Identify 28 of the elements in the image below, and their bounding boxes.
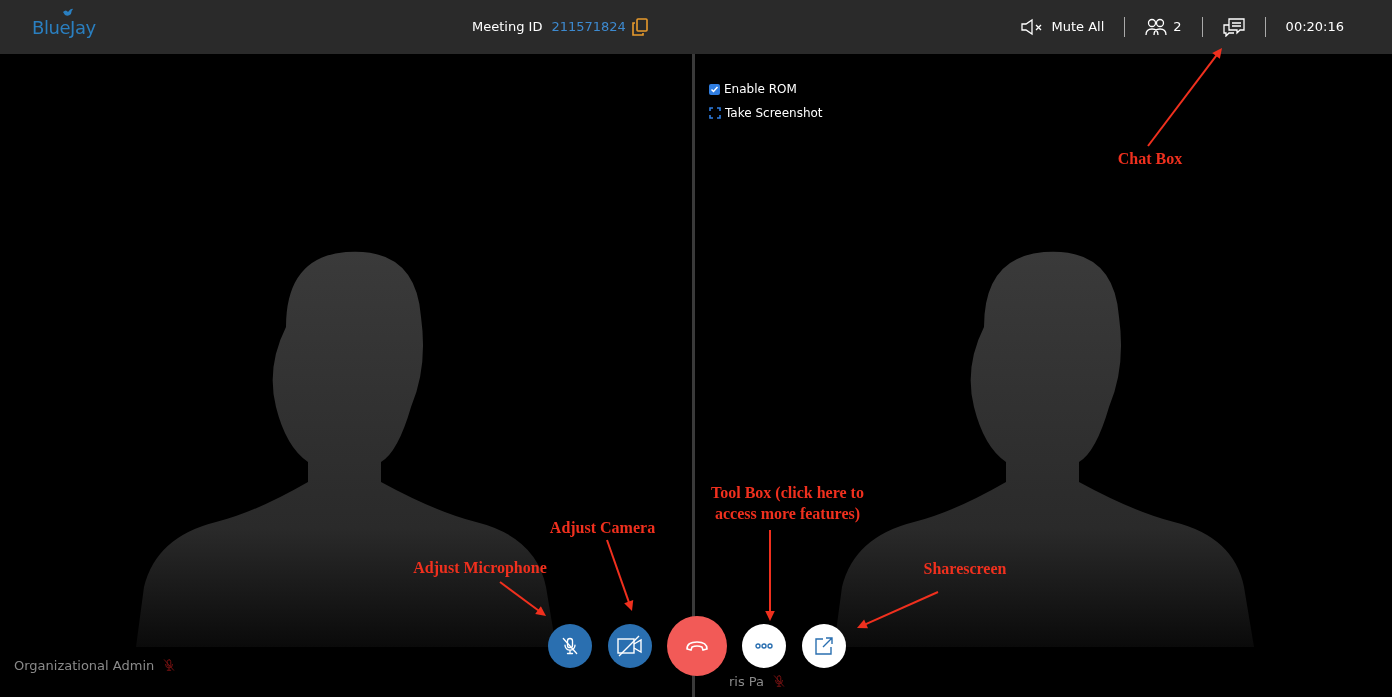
logo: BlueJay <box>32 16 96 38</box>
meeting-id: 211571824 <box>551 18 626 37</box>
mute-all-button[interactable]: Mute All <box>1019 17 1105 37</box>
annotation-label: Chat Box <box>1116 149 1184 169</box>
copy-icon[interactable] <box>631 18 648 36</box>
participant-name: Organizational Admin <box>14 656 155 675</box>
bird-icon <box>62 7 74 18</box>
people-icon <box>1145 18 1168 36</box>
annotation-label: Tool Box (click here to access more features) <box>710 483 865 524</box>
phone-icon <box>685 640 709 652</box>
annotation-label: Adjust Camera <box>548 518 657 538</box>
call-timer: 00:20:16 <box>1285 18 1344 37</box>
annotation-label: Sharescreen <box>922 559 1008 579</box>
participant-name: ris Pa <box>729 672 765 691</box>
meeting-id-label: Meeting ID <box>472 18 543 37</box>
annotation-label: Adjust Microphone <box>412 558 548 578</box>
chat-icon[interactable] <box>1222 17 1245 37</box>
participants-button[interactable]: 2 <box>1145 17 1182 37</box>
camera-off-icon <box>617 635 643 657</box>
screenshot-frame-icon <box>709 107 721 119</box>
annotation-arrow <box>499 581 546 616</box>
share-icon <box>814 636 834 656</box>
annotation-arrow <box>606 539 634 611</box>
enable-rom-checkbox[interactable]: Enable ROM <box>709 80 823 98</box>
mic-off-icon <box>560 636 580 656</box>
take-screenshot-button[interactable]: Take Screenshot <box>709 104 823 122</box>
more-icon <box>755 643 773 649</box>
checkmark-icon <box>710 84 719 94</box>
